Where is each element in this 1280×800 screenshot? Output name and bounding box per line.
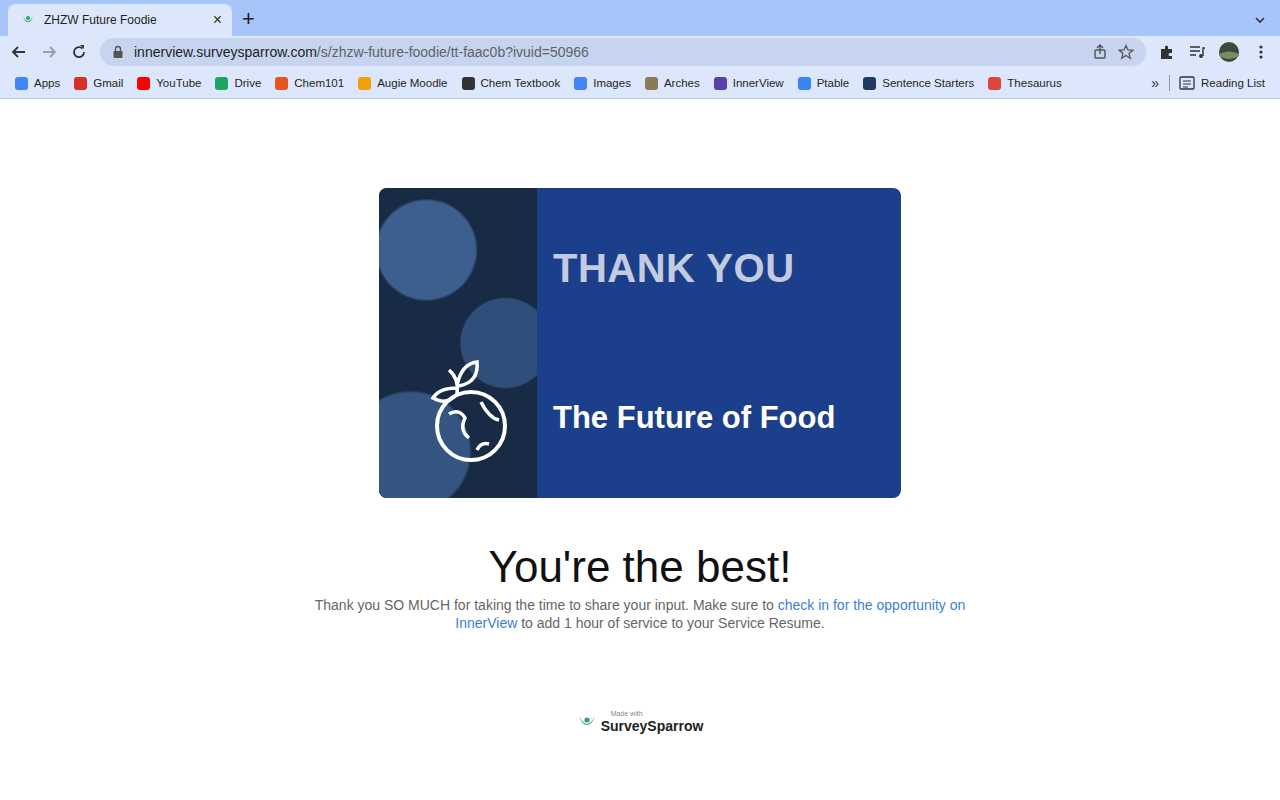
surveysparrow-logo-icon [577,712,597,732]
tab-search-chevron-icon[interactable] [1252,12,1268,28]
bookmark-favicon-icon [74,77,87,90]
brand-name: SurveySparrow [601,718,704,734]
bookmarks-bar: AppsGmailYouTubeDriveChem101Augie Moodle… [0,68,1280,99]
tab-strip: ZHZW Future Foodie × + [0,0,1280,36]
made-with-label: Made with [601,710,704,718]
heading: You're the best! [489,542,792,592]
menu-kebab-icon[interactable] [1252,43,1270,61]
tab-title: ZHZW Future Foodie [44,13,205,27]
bookmark-favicon-icon [137,77,150,90]
bookmark[interactable]: Ptable [793,75,855,92]
bookmark[interactable]: Images [569,75,636,92]
share-icon[interactable] [1092,44,1108,60]
media-control-icon[interactable] [1188,43,1206,61]
address-bar[interactable]: innerview.surveysparrow.com/s/zhzw-futur… [100,38,1146,66]
bookmark-favicon-icon [798,77,811,90]
tab-close-button[interactable]: × [213,11,222,29]
bookmark-favicon-icon [215,77,228,90]
bookmark[interactable]: Apps [10,75,65,92]
forward-arrow-icon[interactable] [40,43,58,61]
surveysparrow-icon [20,12,36,28]
new-tab-button[interactable]: + [242,6,255,32]
bookmark-favicon-icon [863,77,876,90]
lock-icon [112,45,124,59]
page-content: THANK YOU The Future of Food You're the be… [0,99,1280,800]
tab[interactable]: ZHZW Future Foodie × [8,4,232,36]
bookmark-favicon-icon [988,77,1001,90]
browser-window: ZHZW Future Foodie × + innerview.surveyspar… [0,0,1280,800]
bookmark-favicon-icon [574,77,587,90]
innerview-link[interactable]: check in for the opportunity on InnerVie… [455,597,965,631]
blueberries-photo [379,188,537,498]
made-with-footer[interactable]: Made withSurveySparrow [577,710,704,734]
bookmark-favicon-icon [275,77,288,90]
bookmark-star-icon[interactable] [1118,44,1134,60]
bookmark[interactable]: InnerView [709,75,789,92]
bookmark[interactable]: Chem Textbook [457,75,566,92]
bookmark[interactable]: Arches [640,75,705,92]
bookmark[interactable]: Sentence Starters [858,75,979,92]
bookmark[interactable]: Augie Moodle [353,75,452,92]
bookmark[interactable]: Thesaurus [983,75,1066,92]
bookmark[interactable]: Drive [210,75,266,92]
bookmark-favicon-icon [358,77,371,90]
thank-you-message: Thank you SO MUCH for taking the time to… [300,596,980,632]
bookmark[interactable]: YouTube [132,75,206,92]
globe-sprout-icon [419,358,519,468]
bookmark-favicon-icon [645,77,658,90]
reading-list-button[interactable]: Reading List [1174,74,1270,92]
reading-list-icon [1179,76,1195,90]
reload-icon[interactable] [70,43,88,61]
url-text: innerview.surveysparrow.com/s/zhzw-futur… [134,44,589,60]
bookmarks-overflow-button[interactable]: » [1145,75,1165,91]
bookmark-favicon-icon [462,77,475,90]
bookmark[interactable]: Chem101 [270,75,349,92]
back-arrow-icon[interactable] [10,43,28,61]
extensions-puzzle-icon[interactable] [1158,43,1176,61]
banner-title: THANK YOU [553,246,885,291]
thank-you-banner: THANK YOU The Future of Food [379,188,901,498]
bookmark[interactable]: Gmail [69,75,128,92]
toolbar: innerview.surveysparrow.com/s/zhzw-futur… [0,36,1280,68]
banner-subtitle: The Future of Food [553,400,885,436]
bookmark-favicon-icon [714,77,727,90]
profile-avatar-icon[interactable] [1218,41,1240,63]
bookmark-favicon-icon [15,77,28,90]
